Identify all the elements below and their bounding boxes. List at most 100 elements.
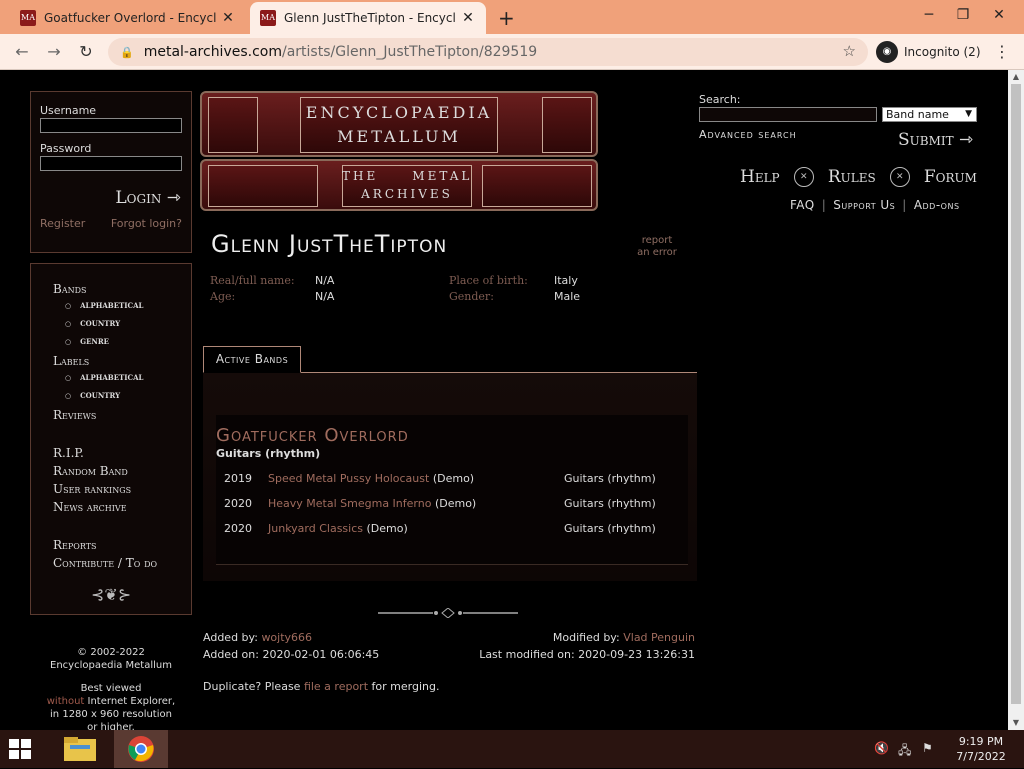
arrow-icon: ⇾ [166,188,181,208]
duplicate-row: Duplicate? Please file a report for merg… [203,680,439,693]
release-link[interactable]: Junkyard Classics [268,522,363,535]
release-link[interactable]: Speed Metal Pussy Holocaust [268,472,429,485]
browser-tab-glenn[interactable]: MA Glenn JustTheTipton - Encyclopaedia ✕ [250,2,486,34]
age-label: Age: [210,290,236,303]
incognito-indicator[interactable]: ◉ Incognito (2) [876,40,981,64]
nav-support-us[interactable]: Support Us [833,198,895,212]
bookmark-star-icon[interactable]: ☆ [843,42,856,60]
logo-book-top: ENCYCLOPAEDIA METALLUM [200,91,598,157]
release-row: 2019 Speed Metal Pussy Holocaust (Demo) … [224,472,684,490]
release-role: Guitars (rhythm) [564,472,656,485]
higher-text: or higher. [87,722,135,730]
side-navigation: Bands alphabetical country genre Labels … [30,263,192,615]
scroll-up-icon[interactable]: ▲ [1008,70,1024,84]
username-field[interactable] [40,118,182,133]
without-link[interactable]: without [47,696,85,707]
login-button[interactable]: Login ⇾ [115,188,181,208]
nav-bands-genre[interactable]: genre [53,336,191,354]
nav-add-ons[interactable]: Add-ons [914,198,960,212]
clock-time: 9:19 PM [958,735,1004,748]
scroll-down-icon[interactable]: ▼ [1008,716,1024,730]
browser-tab-bar: MA Goatfucker Overlord - Encyclopaedia ✕… [0,0,1024,34]
band-name-link[interactable]: Goatfucker Overlord [216,425,409,446]
logo-book-bottom: THE METAL ARCHIVES [200,159,598,211]
reload-icon[interactable]: ↻ [74,40,98,64]
age-row: Age: [210,290,235,303]
back-icon[interactable]: ← [10,40,34,64]
ie-line: without Internet Explorer, [30,695,192,708]
tab-active-bands[interactable]: Active Bands [203,346,301,373]
nav-news-archive[interactable]: News archive [53,500,191,518]
close-tab-icon[interactable]: ✕ [460,10,476,26]
browser-tab-goatfucker[interactable]: MA Goatfucker Overlord - Encyclopaedia ✕ [10,2,246,34]
url-path: /artists/Glenn_JustTheTipton/829519 [282,44,538,60]
forgot-login-link[interactable]: Forgot login? [111,217,182,230]
nav-faq[interactable]: FAQ [790,198,815,212]
logo-panel [208,165,318,207]
nav-forum[interactable]: Forum [924,167,977,187]
forward-icon[interactable]: → [42,40,66,64]
modified-by-user-link[interactable]: Vlad Penguin [623,631,695,644]
added-by-user-link[interactable]: wojty666 [261,631,312,644]
ornament-separator-icon: ✕ [793,167,814,187]
clock[interactable]: 9:19 PM 7/7/2022 [946,734,1016,764]
nav-random-band[interactable]: Random Band [53,464,191,482]
nav-bands[interactable]: Bands [53,282,191,300]
last-modified-label: Last modified on: [479,648,579,661]
submit-button[interactable]: Submit ⇾ [898,130,973,150]
login-box: Username Password Login ⇾ Register Forgo… [30,91,192,253]
close-window-icon[interactable]: ✕ [982,0,1016,34]
nav-contribute[interactable]: Contribute / To do [53,556,191,574]
nav-help[interactable]: Help [740,167,780,187]
ie-text: Internet Explorer, [84,696,176,707]
release-title: Heavy Metal Smegma Inferno (Demo) [268,497,476,510]
logo-line-1: ENCYCLOPAEDIA [305,103,493,122]
arrow-icon: ⇾ [959,130,974,150]
site-logo[interactable]: ENCYCLOPAEDIA METALLUM THE METAL ARCHIVE… [200,91,600,211]
nav-rip[interactable]: R.I.P. [53,446,191,464]
search-type-select[interactable]: Band name ▼ [882,107,977,122]
incognito-label: Incognito (2) [904,45,981,59]
search-input[interactable] [699,107,877,122]
nav-labels-alphabetical[interactable]: alphabetical [53,372,191,390]
new-tab-icon[interactable]: + [498,6,515,30]
report-error-link[interactable]: report an error [628,235,686,259]
release-year: 2020 [224,497,252,510]
submit-label: Submit [898,130,954,150]
restore-icon[interactable]: ❐ [946,0,980,34]
sidebar-footer: © 2002-2022 Encyclopaedia Metallum Best … [30,646,192,730]
file-report-link[interactable]: file a report [304,680,368,693]
real-name-row: Real/full name: [210,274,295,287]
nav-bands-country[interactable]: country [53,318,191,336]
browser-menu-icon[interactable]: ⋮ [994,42,1010,61]
chrome-taskbar-icon[interactable] [114,730,168,768]
minimize-icon[interactable]: ─ [912,0,946,34]
artist-name: Glenn JustTheTipton [211,230,448,258]
nav-rules[interactable]: Rules [828,167,876,187]
address-bar[interactable]: 🔒 metal-archives.com/artists/Glenn_JustT… [108,38,868,66]
nav-user-rankings[interactable]: User rankings [53,482,191,500]
nav-reviews[interactable]: Reviews [53,408,191,426]
nav-bands-alphabetical[interactable]: alphabetical [53,300,191,318]
windows-start-icon[interactable] [8,737,32,761]
close-tab-icon[interactable]: ✕ [220,10,236,26]
scroll-thumb[interactable] [1011,84,1021,704]
file-explorer-icon[interactable] [60,733,100,765]
release-row: 2020 Junkyard Classics (Demo) Guitars (r… [224,522,684,540]
register-link[interactable]: Register [40,217,85,230]
nav-reports[interactable]: Reports [53,538,191,556]
release-link[interactable]: Heavy Metal Smegma Inferno [268,497,431,510]
page-scrollbar[interactable]: ▲ ▼ [1008,70,1024,730]
resolution-text: in 1280 x 960 resolution [50,709,172,720]
nav-labels-country[interactable]: country [53,390,191,408]
best-viewed-text: Best viewed [80,683,142,694]
logo-line-3: THE METAL [342,169,473,183]
added-by-row: Added by: wojty666 [203,631,312,644]
network-icon[interactable]: 🖧 [898,741,911,762]
modified-by-label: Modified by: [552,631,624,644]
password-field[interactable] [40,156,182,171]
volume-muted-icon[interactable]: 🔇 [874,741,889,755]
notification-flag-icon[interactable]: ⚑ [922,741,933,755]
advanced-search-link[interactable]: Advanced search [699,128,797,141]
nav-labels[interactable]: Labels [53,354,191,372]
